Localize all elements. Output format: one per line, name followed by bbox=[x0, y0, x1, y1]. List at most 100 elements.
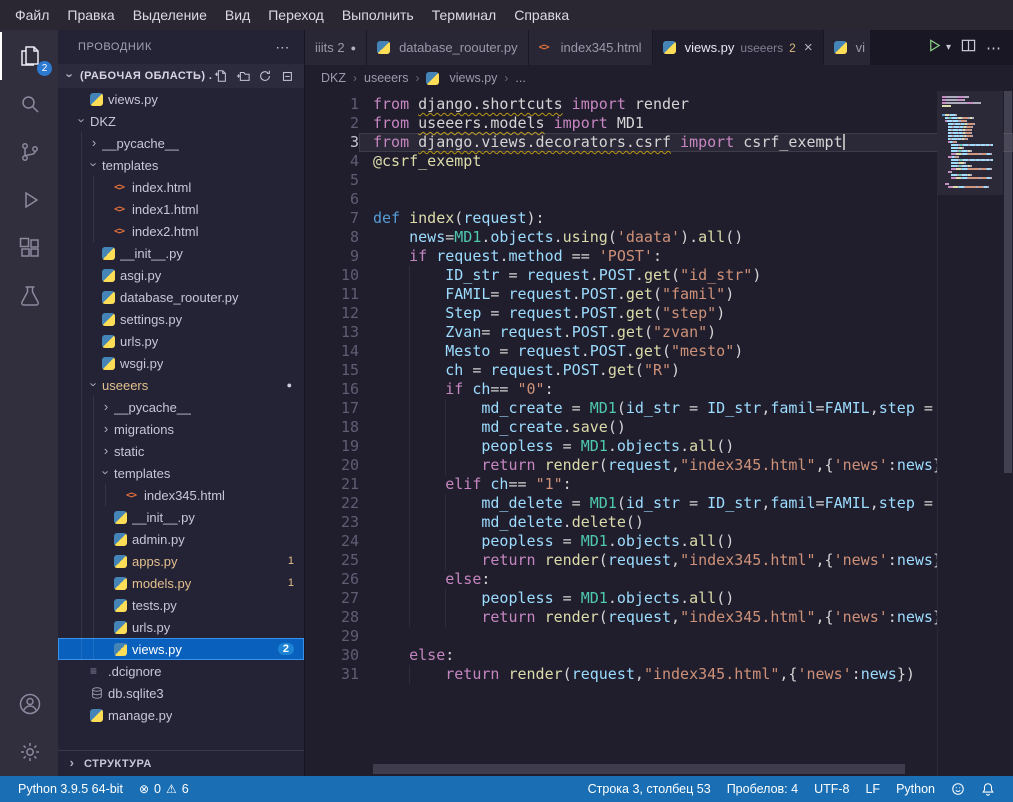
breadcrumb-item-useeers[interactable]: useeers bbox=[364, 71, 408, 85]
tree-item-__init__.py[interactable]: __init__.py bbox=[58, 242, 304, 264]
code-line-7[interactable]: def index(request): bbox=[359, 209, 1013, 228]
code-line-3[interactable]: from django.views.decorators.csrf import… bbox=[359, 133, 1013, 152]
tree-item-asgi.py[interactable]: asgi.py bbox=[58, 264, 304, 286]
notifications-bell-icon[interactable] bbox=[973, 776, 1003, 802]
tab-database-roouter[interactable]: database_roouter.py bbox=[367, 30, 528, 65]
chevron-right-icon[interactable]: › bbox=[98, 422, 114, 437]
code-line-27[interactable]: peopless = MD1.objects.all() bbox=[359, 589, 1013, 608]
run-file-icon[interactable] bbox=[927, 38, 942, 58]
tree-item-index345.html[interactable]: <>index345.html bbox=[58, 484, 304, 506]
explorer-icon[interactable]: 2 bbox=[0, 32, 58, 80]
feedback-smiley-icon[interactable] bbox=[943, 776, 973, 802]
menu-file[interactable]: Файл bbox=[6, 3, 58, 27]
cursor-position-status[interactable]: Строка 3, столбец 53 bbox=[580, 776, 719, 802]
code-line-16[interactable]: if ch== "0": bbox=[359, 380, 1013, 399]
code-line-11[interactable]: FAMIL= request.POST.get("famil") bbox=[359, 285, 1013, 304]
menu-help[interactable]: Справка bbox=[505, 3, 578, 27]
refresh-icon[interactable] bbox=[256, 67, 274, 85]
close-icon[interactable]: × bbox=[804, 39, 813, 56]
code-line-19[interactable]: peopless = MD1.objects.all() bbox=[359, 437, 1013, 456]
code-line-29[interactable] bbox=[359, 627, 1013, 646]
tab-vi-partial[interactable]: vi bbox=[824, 30, 870, 65]
tree-item-apps.py[interactable]: apps.py1 bbox=[58, 550, 304, 572]
new-folder-icon[interactable] bbox=[234, 67, 252, 85]
tree-item-__init__.py[interactable]: __init__.py bbox=[58, 506, 304, 528]
chevron-right-icon[interactable]: › bbox=[98, 400, 114, 415]
explorer-more-actions-icon[interactable]: ⋯ bbox=[275, 39, 290, 56]
code-editor[interactable]: 1234567891011121314151617181920212223242… bbox=[305, 91, 1013, 776]
tree-item-database_roouter.py[interactable]: database_roouter.py bbox=[58, 286, 304, 308]
account-icon[interactable] bbox=[0, 680, 58, 728]
code-line-30[interactable]: else: bbox=[359, 646, 1013, 665]
workspace-section-header[interactable]: › (РАБОЧАЯ ОБЛАСТЬ) ... bbox=[58, 64, 304, 88]
tree-item-templates[interactable]: ›templates bbox=[58, 462, 304, 484]
tree-item-urls.py[interactable]: urls.py bbox=[58, 330, 304, 352]
language-mode-status[interactable]: Python bbox=[888, 776, 943, 802]
collapse-all-icon[interactable] bbox=[278, 67, 296, 85]
problems-status[interactable]: ⊗ 0 ⚠ 6 bbox=[131, 776, 197, 802]
breadcrumb-item-views[interactable]: views.py bbox=[426, 71, 497, 85]
tree-item-index1.html[interactable]: <>index1.html bbox=[58, 198, 304, 220]
menu-edit[interactable]: Правка bbox=[58, 3, 123, 27]
outline-section-header[interactable]: › СТРУКТУРА bbox=[58, 750, 304, 776]
code-line-6[interactable] bbox=[359, 190, 1013, 209]
testing-icon[interactable] bbox=[0, 272, 58, 320]
code-line-8[interactable]: news=MD1.objects.using('daata').all() bbox=[359, 228, 1013, 247]
tab-views-active[interactable]: views.py useeers 2 × bbox=[653, 30, 823, 65]
editor-more-actions-icon[interactable]: ⋯ bbox=[986, 39, 1001, 57]
code-line-31[interactable]: return render(request,"index345.html",{'… bbox=[359, 665, 1013, 684]
indentation-status[interactable]: Пробелов: 4 bbox=[719, 776, 806, 802]
tree-item-views.py[interactable]: views.py2 bbox=[58, 638, 304, 660]
code-line-24[interactable]: peopless = MD1.objects.all() bbox=[359, 532, 1013, 551]
chevron-down-icon[interactable]: › bbox=[98, 466, 114, 481]
chevron-down-icon[interactable]: › bbox=[74, 114, 90, 129]
code-line-22[interactable]: md_delete = MD1(id_str = ID_str,famil=FA… bbox=[359, 494, 1013, 513]
breadcrumb-item-dkz[interactable]: DKZ bbox=[321, 71, 346, 85]
code-line-20[interactable]: return render(request,"index345.html",{'… bbox=[359, 456, 1013, 475]
tree-item-DKZ[interactable]: ›DKZ bbox=[58, 110, 304, 132]
source-control-icon[interactable] bbox=[0, 128, 58, 176]
chevron-right-icon[interactable]: › bbox=[86, 136, 102, 151]
tree-item-templates[interactable]: ›templates bbox=[58, 154, 304, 176]
tree-item-index.html[interactable]: <>index.html bbox=[58, 176, 304, 198]
tree-item-wsgi.py[interactable]: wsgi.py bbox=[58, 352, 304, 374]
menu-selection[interactable]: Выделение bbox=[124, 3, 216, 27]
code-line-21[interactable]: elif ch== "1": bbox=[359, 475, 1013, 494]
breadcrumb-item-symbol[interactable]: ... bbox=[515, 71, 525, 85]
tree-item-views.py[interactable]: views.py bbox=[58, 88, 304, 110]
tree-item-__pycache__[interactable]: ›__pycache__ bbox=[58, 396, 304, 418]
tree-item-manage.py[interactable]: manage.py bbox=[58, 704, 304, 726]
code-line-13[interactable]: Zvan= request.POST.get("zvan") bbox=[359, 323, 1013, 342]
code-line-23[interactable]: md_delete.delete() bbox=[359, 513, 1013, 532]
menu-run[interactable]: Выполнить bbox=[333, 3, 423, 27]
code-line-5[interactable] bbox=[359, 171, 1013, 190]
code-line-1[interactable]: from django.shortcuts import render bbox=[359, 95, 1013, 114]
menu-terminal[interactable]: Терминал bbox=[423, 3, 505, 27]
split-editor-icon[interactable] bbox=[961, 38, 976, 58]
code-line-25[interactable]: return render(request,"index345.html",{'… bbox=[359, 551, 1013, 570]
vertical-scrollbar[interactable] bbox=[1003, 91, 1013, 776]
encoding-status[interactable]: UTF-8 bbox=[806, 776, 857, 802]
code-line-28[interactable]: return render(request,"index345.html",{'… bbox=[359, 608, 1013, 627]
code-line-18[interactable]: md_create.save() bbox=[359, 418, 1013, 437]
tree-item-migrations[interactable]: ›migrations bbox=[58, 418, 304, 440]
tree-item-models.py[interactable]: models.py1 bbox=[58, 572, 304, 594]
extensions-icon[interactable] bbox=[0, 224, 58, 272]
run-dropdown-icon[interactable]: ▾ bbox=[946, 42, 951, 53]
code-line-14[interactable]: Mesto = request.POST.get("mesto") bbox=[359, 342, 1013, 361]
tree-item-index2.html[interactable]: <>index2.html bbox=[58, 220, 304, 242]
menu-view[interactable]: Вид bbox=[216, 3, 259, 27]
code-line-9[interactable]: if request.method == 'POST': bbox=[359, 247, 1013, 266]
tree-item-static[interactable]: ›static bbox=[58, 440, 304, 462]
chevron-right-icon[interactable]: › bbox=[98, 444, 114, 459]
code-line-2[interactable]: from useeers.models import MD1 bbox=[359, 114, 1013, 133]
code-line-15[interactable]: ch = request.POST.get("R") bbox=[359, 361, 1013, 380]
tree-item-tests.py[interactable]: tests.py bbox=[58, 594, 304, 616]
code-line-4[interactable]: @csrf_exempt bbox=[359, 152, 1013, 171]
minimap[interactable] bbox=[937, 91, 1003, 776]
tree-item-urls.py[interactable]: urls.py bbox=[58, 616, 304, 638]
chevron-down-icon[interactable]: › bbox=[86, 378, 102, 393]
tree-item-__pycache__[interactable]: ›__pycache__ bbox=[58, 132, 304, 154]
code-content[interactable]: from django.shortcuts import renderfrom … bbox=[359, 91, 1013, 776]
code-line-26[interactable]: else: bbox=[359, 570, 1013, 589]
